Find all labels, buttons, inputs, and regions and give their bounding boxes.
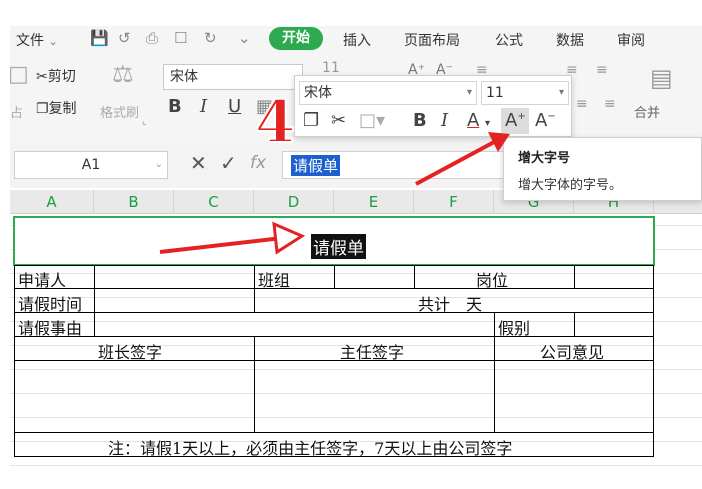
arrow-to-title-cell-icon [159, 221, 306, 255]
annotation-arrows [159, 132, 510, 255]
arrow-to-increase-font-icon [415, 132, 510, 186]
